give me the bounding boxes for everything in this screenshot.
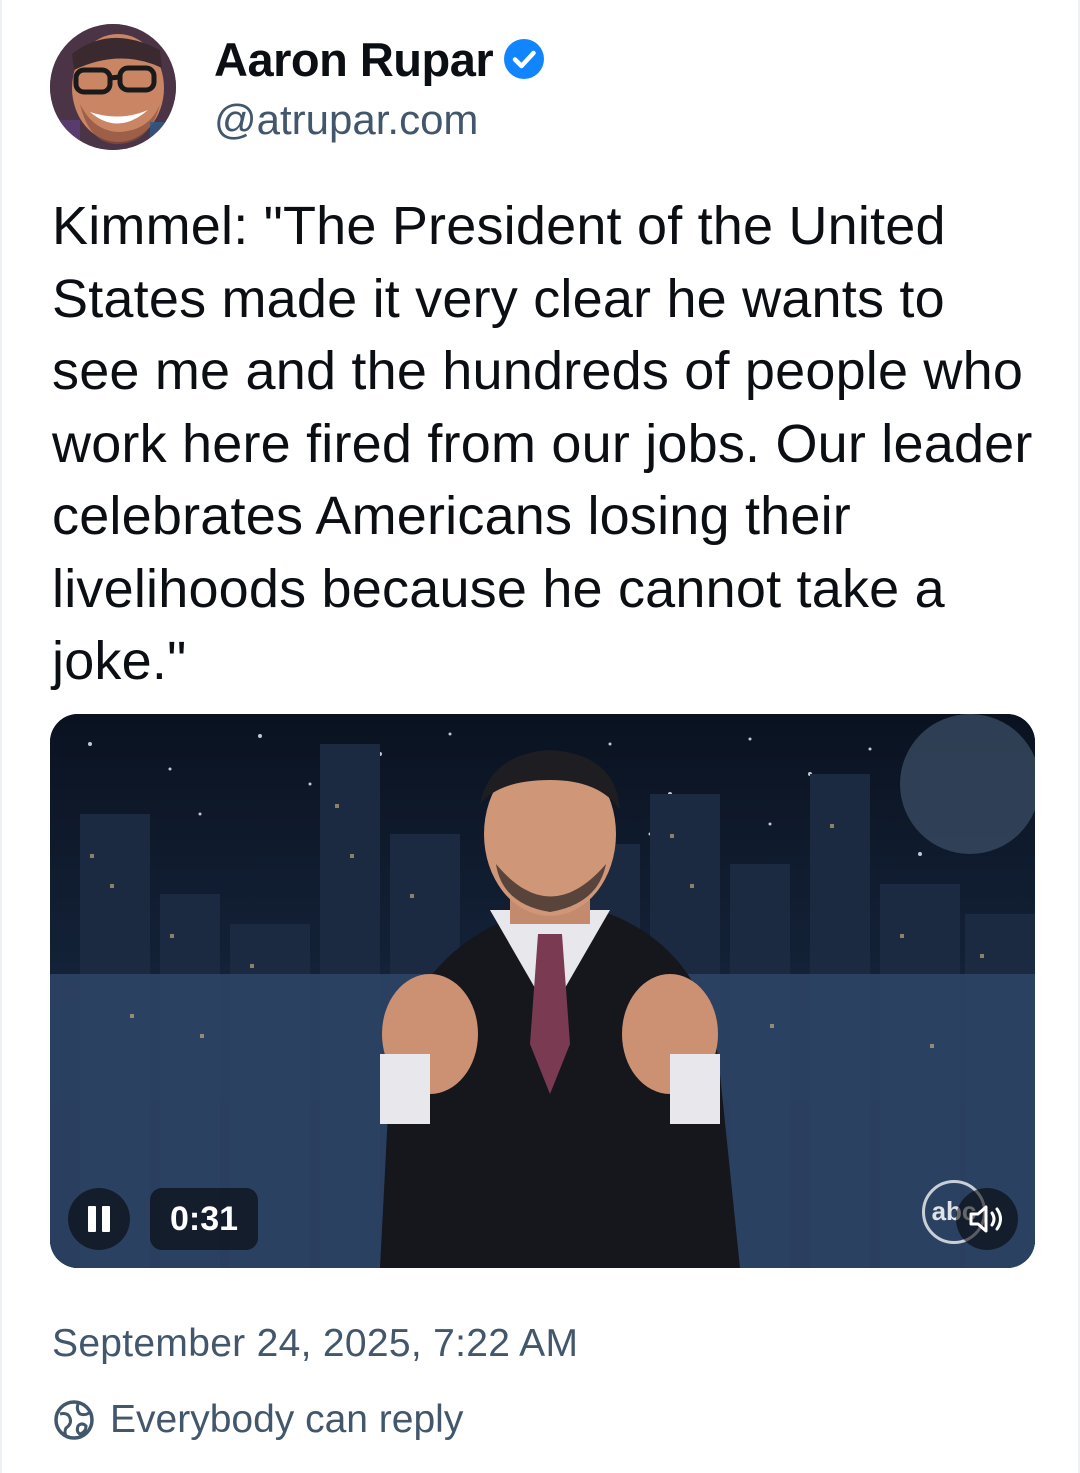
video-frame (50, 714, 1035, 1268)
globe-icon (52, 1398, 96, 1442)
video-player[interactable]: 0:31 abc (50, 714, 1035, 1268)
author-display-name[interactable]: Aaron Rupar (214, 32, 494, 87)
post-timestamp: September 24, 2025, 7:22 AM (52, 1322, 579, 1365)
mute-button[interactable] (956, 1188, 1018, 1250)
pause-icon (85, 1206, 113, 1232)
reply-setting: Everybody can reply (52, 1398, 463, 1442)
author-block: Aaron Rupar @atrupar.com (214, 30, 545, 144)
author-handle[interactable]: @atrupar.com (214, 96, 545, 144)
post-card: Aaron Rupar @atrupar.com Kimmel: "The Pr… (0, 0, 1080, 1473)
reply-setting-label: Everybody can reply (110, 1398, 464, 1441)
author-avatar[interactable] (50, 24, 176, 150)
verified-check-icon (503, 38, 545, 80)
display-name-row: Aaron Rupar (214, 30, 545, 88)
video-elapsed-time: 0:31 (150, 1188, 259, 1250)
pause-button[interactable] (68, 1188, 130, 1250)
post-text: Kimmel: "The President of the United Sta… (52, 196, 1033, 691)
speaker-icon (967, 1202, 1007, 1236)
